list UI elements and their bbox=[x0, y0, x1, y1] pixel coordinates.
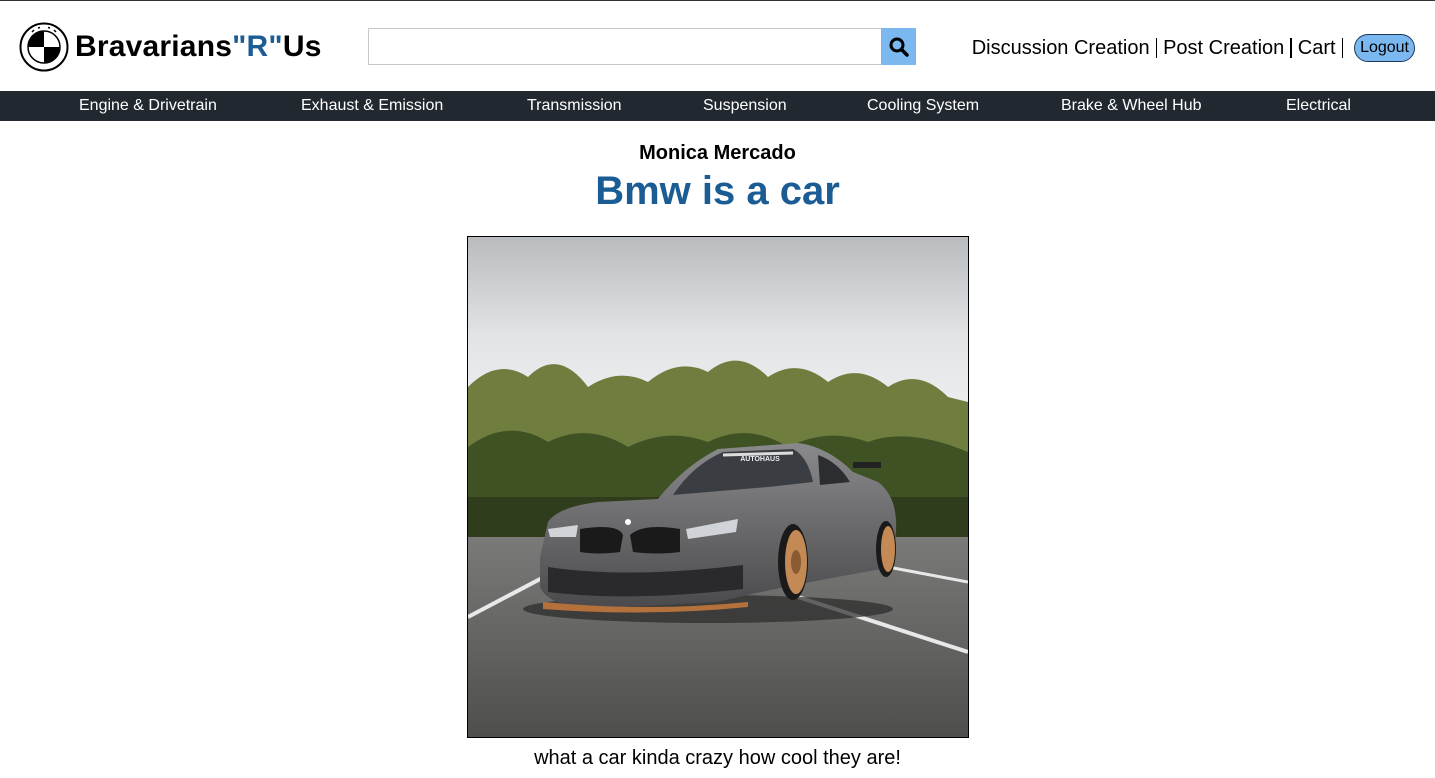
nav-suspension[interactable]: Suspension bbox=[703, 91, 787, 121]
nav-electrical[interactable]: Electrical bbox=[1286, 91, 1351, 121]
nav-transmission[interactable]: Transmission bbox=[527, 91, 622, 121]
nav-cooling-system[interactable]: Cooling System bbox=[867, 91, 979, 121]
search-button[interactable] bbox=[881, 28, 916, 65]
search-bar bbox=[368, 28, 916, 65]
home-logo-link[interactable]: Bravarians"R"Us bbox=[19, 21, 322, 73]
link-divider bbox=[1290, 38, 1292, 58]
account-links: Discussion Creation Post Creation Cart L… bbox=[972, 32, 1415, 64]
search-icon bbox=[889, 37, 909, 57]
category-navbar: Engine & Drivetrain Exhaust & Emission T… bbox=[0, 91, 1435, 121]
discussion-creation-link[interactable]: Discussion Creation bbox=[972, 37, 1150, 60]
nav-brake-wheel-hub[interactable]: Brake & Wheel Hub bbox=[1061, 91, 1202, 121]
cart-link[interactable]: Cart bbox=[1298, 37, 1336, 60]
nav-engine-drivetrain[interactable]: Engine & Drivetrain bbox=[79, 91, 217, 121]
bmw-roundel-icon bbox=[19, 22, 69, 72]
site-brand: Bravarians"R"Us bbox=[75, 30, 322, 63]
search-input[interactable] bbox=[368, 28, 881, 65]
site-header: Bravarians"R"Us Discussion Creation Post… bbox=[0, 1, 1435, 91]
windshield-banner-text: AUTOHAUS bbox=[740, 456, 780, 463]
logout-button[interactable]: Logout bbox=[1354, 34, 1415, 62]
post-creation-link[interactable]: Post Creation bbox=[1163, 37, 1284, 60]
post-author: Monica Mercado bbox=[639, 142, 796, 164]
car-photo: AUTOHAUS bbox=[468, 237, 968, 737]
link-divider bbox=[1155, 38, 1158, 58]
post-caption: what a car kinda crazy how cool they are… bbox=[534, 747, 901, 769]
nav-exhaust-emission[interactable]: Exhaust & Emission bbox=[301, 91, 443, 121]
link-divider bbox=[1341, 38, 1344, 58]
post-title: Bmw is a car bbox=[595, 169, 840, 213]
post-image: AUTOHAUS bbox=[467, 236, 969, 738]
